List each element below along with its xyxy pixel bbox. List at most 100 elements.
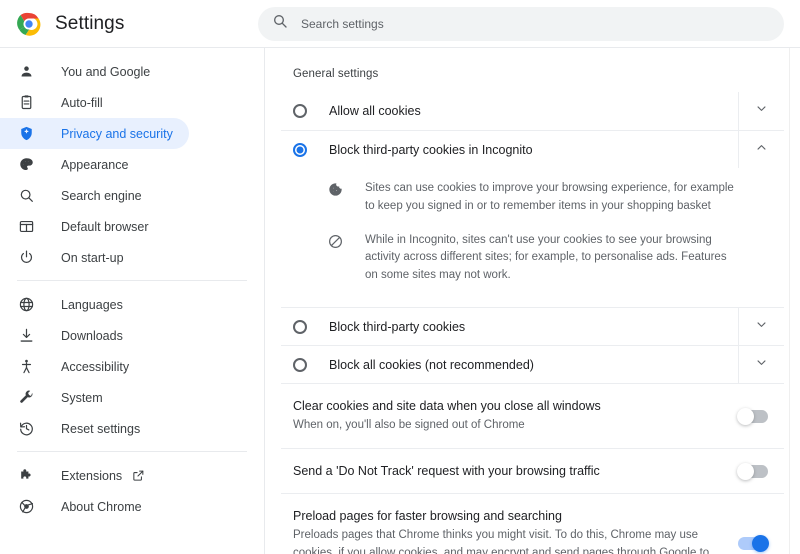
accessibility-icon <box>17 358 35 376</box>
setting-texts: Clear cookies and site data when you clo… <box>293 397 738 435</box>
toggle-knob <box>737 462 754 480</box>
sidebar-item-auto-fill[interactable]: Auto-fill <box>0 87 189 118</box>
sidebar-item-label: Extensions <box>61 468 123 483</box>
search-input[interactable] <box>301 6 770 41</box>
setting-subtitle: Preloads pages that Chrome thinks you mi… <box>293 529 710 554</box>
sidebar-item-languages[interactable]: Languages <box>0 289 189 320</box>
search-area <box>258 6 800 41</box>
sidebar-item-label: Search engine <box>61 188 142 203</box>
sidebar-item-you-and-google[interactable]: You and Google <box>0 56 189 87</box>
sidebar-item-label: Privacy and security <box>61 126 173 141</box>
external-link-icon <box>132 469 145 482</box>
expand-toggle-button[interactable] <box>738 346 784 384</box>
toggle-knob <box>737 407 754 425</box>
privacy-card: General settings Allow all cookies Block … <box>265 48 800 554</box>
search-box[interactable] <box>258 6 784 41</box>
cookie-option: Block all cookies (not recommended) <box>281 345 784 384</box>
cookie-option: Block third-party cookies in Incognito Si… <box>281 130 784 307</box>
sidebar-item-label: Accessibility <box>61 359 130 374</box>
cookie-option-label: Block third-party cookies in Incognito <box>329 142 533 157</box>
setting-title: Send a 'Do Not Track' request with your … <box>293 464 600 478</box>
toggle-knob <box>752 535 769 553</box>
expand-toggle-button[interactable] <box>738 92 784 130</box>
setting-texts: Send a 'Do Not Track' request with your … <box>293 462 738 480</box>
detail-item: Sites can use cookies to improve your br… <box>281 172 784 224</box>
cookie-option-row[interactable]: Allow all cookies <box>281 92 784 130</box>
sidebar-item-label: Default browser <box>61 219 149 234</box>
sidebar-item-label: On start-up <box>61 250 124 265</box>
toggle-switch[interactable] <box>737 407 768 425</box>
toggle-switch[interactable] <box>738 535 769 553</box>
sidebar-item-privacy-and-security[interactable]: Privacy and security <box>0 118 189 149</box>
chevron-down-icon <box>754 355 769 375</box>
setting-toggle-row: Send a 'Do Not Track' request with your … <box>281 448 784 493</box>
radio-block-all-cookies-not-recommended[interactable] <box>293 357 307 372</box>
cookie-options-group: Allow all cookies Block third-party cooki… <box>281 92 784 384</box>
cookie-option-label: Block all cookies (not recommended) <box>329 357 534 372</box>
cookie-option-label: Allow all cookies <box>329 104 421 118</box>
settings-content: General settings Allow all cookies Block … <box>265 48 800 554</box>
cookie-option-row[interactable]: Block third-party cookies <box>281 307 784 346</box>
cookie-option-row[interactable]: Block all cookies (not recommended) <box>281 345 784 384</box>
detail-text: Sites can use cookies to improve your br… <box>365 182 734 212</box>
sidebar-item-extensions[interactable]: Extensions <box>0 460 189 491</box>
radio-block-third-party-cookies[interactable] <box>293 319 307 334</box>
sidebar-item-about-chrome[interactable]: About Chrome <box>0 491 189 522</box>
setting-texts: Preload pages for faster browsing and se… <box>293 507 738 554</box>
chevron-down-icon <box>754 101 769 121</box>
shield-icon <box>17 125 35 143</box>
setting-toggle-row: Clear cookies and site data when you clo… <box>281 383 784 448</box>
body: You and Google Auto-fill Privacy and secur… <box>0 48 800 554</box>
setting-subtitle: When on, you'll also be signed out of Ch… <box>293 419 525 432</box>
sidebar-item-downloads[interactable]: Downloads <box>0 320 189 351</box>
sidebar-item-label: About Chrome <box>61 499 142 514</box>
cookie-option-details: Sites can use cookies to improve your br… <box>281 168 784 307</box>
sidebar-item-search-engine[interactable]: Search engine <box>0 180 189 211</box>
toggle-switch[interactable] <box>737 462 768 480</box>
page-title: Settings <box>55 12 125 34</box>
sidebar-item-label: Auto-fill <box>61 95 103 110</box>
expand-toggle-button[interactable] <box>738 131 784 168</box>
puzzle-icon <box>17 467 35 485</box>
search-icon <box>272 13 288 34</box>
sidebar-divider <box>17 280 247 281</box>
cookie-option-row[interactable]: Block third-party cookies in Incognito <box>281 130 784 168</box>
sidebar-item-accessibility[interactable]: Accessibility <box>0 351 189 382</box>
sidebar-item-label: You and Google <box>61 64 151 79</box>
sidebar-item-reset-settings[interactable]: Reset settings <box>0 413 189 444</box>
sidebar-item-default-browser[interactable]: Default browser <box>0 211 189 242</box>
sidebar-item-label: Reset settings <box>61 421 141 436</box>
scrollbar-track[interactable] <box>789 48 790 554</box>
search-icon <box>17 187 35 205</box>
cookie-option: Block third-party cookies <box>281 307 784 346</box>
chrome-icon <box>17 498 35 516</box>
detail-item: While in Incognito, sites can't use your… <box>281 224 784 293</box>
sidebar-item-label: Languages <box>61 297 123 312</box>
sidebar: You and Google Auto-fill Privacy and secur… <box>0 48 265 554</box>
radio-allow-all-cookies[interactable] <box>293 104 307 118</box>
section-title: General settings <box>293 68 379 80</box>
setting-title: Preload pages for faster browsing and se… <box>293 509 562 524</box>
clipboard-icon <box>17 94 35 112</box>
sidebar-item-appearance[interactable]: Appearance <box>0 149 189 180</box>
cookie-option: Allow all cookies <box>281 92 784 130</box>
sidebar-item-system[interactable]: System <box>0 382 189 413</box>
sidebar-item-label: Appearance <box>61 157 129 172</box>
radio-block-third-party-cookies-in-incognito[interactable] <box>293 142 307 157</box>
sidebar-item-on-start-up[interactable]: On start-up <box>0 242 189 273</box>
power-icon <box>17 249 35 267</box>
top-bar: Settings <box>0 0 800 48</box>
palette-icon <box>17 156 35 174</box>
person-icon <box>17 63 35 81</box>
detail-text: While in Incognito, sites can't use your… <box>365 233 727 282</box>
download-icon <box>17 327 35 345</box>
globe-icon <box>17 296 35 314</box>
wrench-icon <box>17 389 35 407</box>
cookie-icon <box>327 181 345 198</box>
setting-title: Clear cookies and site data when you clo… <box>293 399 601 414</box>
brand-area: Settings <box>0 12 258 36</box>
sidebar-divider <box>17 451 247 452</box>
block-icon <box>327 233 345 250</box>
settings-window: Settings You and Google Auto-fill Privacy … <box>0 0 800 554</box>
expand-toggle-button[interactable] <box>738 308 784 346</box>
